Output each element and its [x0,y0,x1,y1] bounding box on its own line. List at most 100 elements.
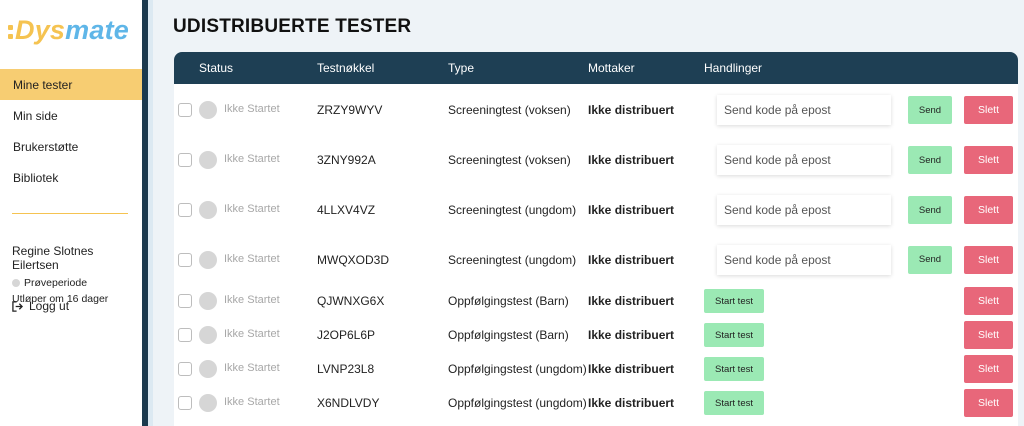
start-test-button[interactable]: Start test [704,391,764,415]
row-status: Ikke Startet [224,396,280,408]
logout-button[interactable]: Logg ut [12,299,69,313]
row-select-checkbox[interactable] [178,103,192,117]
row-select-checkbox[interactable] [178,153,192,167]
row-select-checkbox[interactable] [178,362,192,376]
delete-button[interactable]: Slett [964,146,1013,174]
row-recipient: Ikke distribuert [588,362,675,376]
logo-mark [8,25,13,39]
row-recipient: Ikke distribuert [588,153,675,167]
status-indicator [199,250,217,269]
start-test-button[interactable]: Start test [704,289,764,313]
status-indicator [199,394,217,412]
status-indicator [199,292,217,310]
row-recipient: Ikke distribuert [588,252,675,267]
table-header: Status Testnøkkel Type Mottaker Handling… [174,52,1018,84]
send-button[interactable]: Send [908,146,952,174]
start-test-button[interactable]: Start test [704,323,764,347]
table-row: Ikke Startet QJWNXG6X Oppfølgingstest (Bar… [174,284,1018,318]
logout-icon [12,300,23,312]
delete-button[interactable]: Slett [964,389,1013,417]
sidebar: Dysmate Mine tester Min side Brukerstøtt… [0,0,142,426]
row-test-type: Oppfølgingstest (ungdom) [448,396,587,410]
row-test-type: Oppfølgingstest (Barn) [448,328,569,342]
row-test-key: 3ZNY992A [317,153,376,167]
delete-button[interactable]: Slett [964,321,1013,349]
row-recipient: Ikke distribuert [588,294,675,308]
status-indicator [199,151,217,169]
row-status: Ikke Startet [224,203,280,215]
status-indicator [199,201,217,219]
delete-button[interactable]: Slett [964,287,1013,315]
delete-button[interactable]: Slett [964,355,1013,383]
start-test-button[interactable]: Start test [704,357,764,381]
row-test-key: MWQXOD3D [317,252,389,267]
page-title: UDISTRIBUERTE TESTER [173,16,412,37]
column-header-recipient: Mottaker [588,61,635,75]
row-status: Ikke Startet [224,328,280,340]
logo-text-dys: Dys [15,14,66,45]
row-status: Ikke Startet [224,362,280,374]
sidebar-border-light [148,0,153,426]
row-test-key: J2OP6L6P [317,328,376,342]
row-test-type: Screeningtest (ungdom) [448,252,577,267]
status-indicator [199,101,217,119]
table-row: Ikke Startet ZRZY9WYV Screeningtest (vokse… [174,85,1018,135]
row-recipient: Ikke distribuert [588,396,675,410]
send-button[interactable]: Send [908,96,952,124]
column-header-status: Status [199,61,234,75]
row-status: Ikke Startet [224,103,280,115]
row-test-key: QJWNXG6X [317,294,385,308]
user-name: Regine Slotnes Eilertsen [12,244,94,272]
row-select-checkbox[interactable] [178,396,192,410]
sidebar-item-brukerstotte[interactable]: Brukerstøtte [0,131,142,162]
sidebar-nav: Mine tester Min side Brukerstøtte Biblio… [0,69,142,193]
column-header-key: Testnøkkel [317,61,375,75]
row-test-type: Screeningtest (ungdom) [448,203,577,217]
sidebar-item-min-side[interactable]: Min side [0,100,142,131]
table-row: Ikke Startet 3ZNY992A Screeningtest (vokse… [174,135,1018,185]
delete-button[interactable]: Slett [964,96,1013,124]
row-recipient: Ikke distribuert [588,203,675,217]
table-row: Ikke Startet X6NDLVDY Oppfølgingstest (ung… [174,386,1018,420]
plan-status-dot [12,279,20,287]
row-test-key: ZRZY9WYV [317,103,383,117]
send-code-email-input[interactable] [717,195,891,225]
dysmate-logo[interactable]: Dysmate [8,10,129,50]
tests-table: Status Testnøkkel Type Mottaker Handling… [174,52,1018,426]
plan-label: Prøveperiode [24,277,88,289]
row-select-checkbox[interactable] [178,328,192,342]
row-test-key: 4LLXV4VZ [317,203,376,217]
row-recipient: Ikke distribuert [588,103,675,117]
send-code-email-input[interactable] [717,145,891,175]
row-select-checkbox[interactable] [178,203,192,217]
row-status: Ikke Startet [224,294,280,306]
delete-button[interactable]: Slett [964,196,1013,224]
column-header-type: Type [448,61,475,75]
table-row: Ikke Startet LVNP23L8 Oppfølgingstest (ung… [174,352,1018,386]
row-test-key: LVNP23L8 [317,362,375,376]
row-recipient: Ikke distribuert [588,328,675,342]
send-code-email-input[interactable] [717,95,891,125]
column-header-actions: Handlinger [704,61,763,75]
send-button[interactable]: Send [908,245,952,274]
row-select-checkbox[interactable] [178,294,192,308]
table-row: Ikke Startet MWQXOD3D Screeningtest (ungdo… [174,235,1018,284]
status-indicator [199,360,217,378]
table-row: Ikke Startet 4LLXV4VZ Screeningtest (ungdo… [174,185,1018,235]
row-test-type: Screeningtest (voksen) [448,153,571,167]
row-test-type: Screeningtest (voksen) [448,103,571,117]
table-row: Ikke Startet J2OP6L6P Oppfølgingstest (Bar… [174,318,1018,352]
logo-text-mate: mate [65,14,129,45]
row-select-checkbox[interactable] [178,252,192,267]
delete-button[interactable]: Slett [964,245,1013,274]
logout-label: Logg ut [29,299,70,313]
sidebar-item-mine-tester[interactable]: Mine tester [0,69,142,100]
row-test-key: X6NDLVDY [317,396,380,410]
row-status: Ikke Startet [224,252,280,265]
status-indicator [199,326,217,344]
send-button[interactable]: Send [908,196,952,224]
user-info: Regine Slotnes Eilertsen Prøveperiode Ut… [12,244,140,305]
send-code-email-input[interactable] [717,244,891,275]
sidebar-item-bibliotek[interactable]: Bibliotek [0,162,142,193]
sidebar-divider [12,213,128,214]
